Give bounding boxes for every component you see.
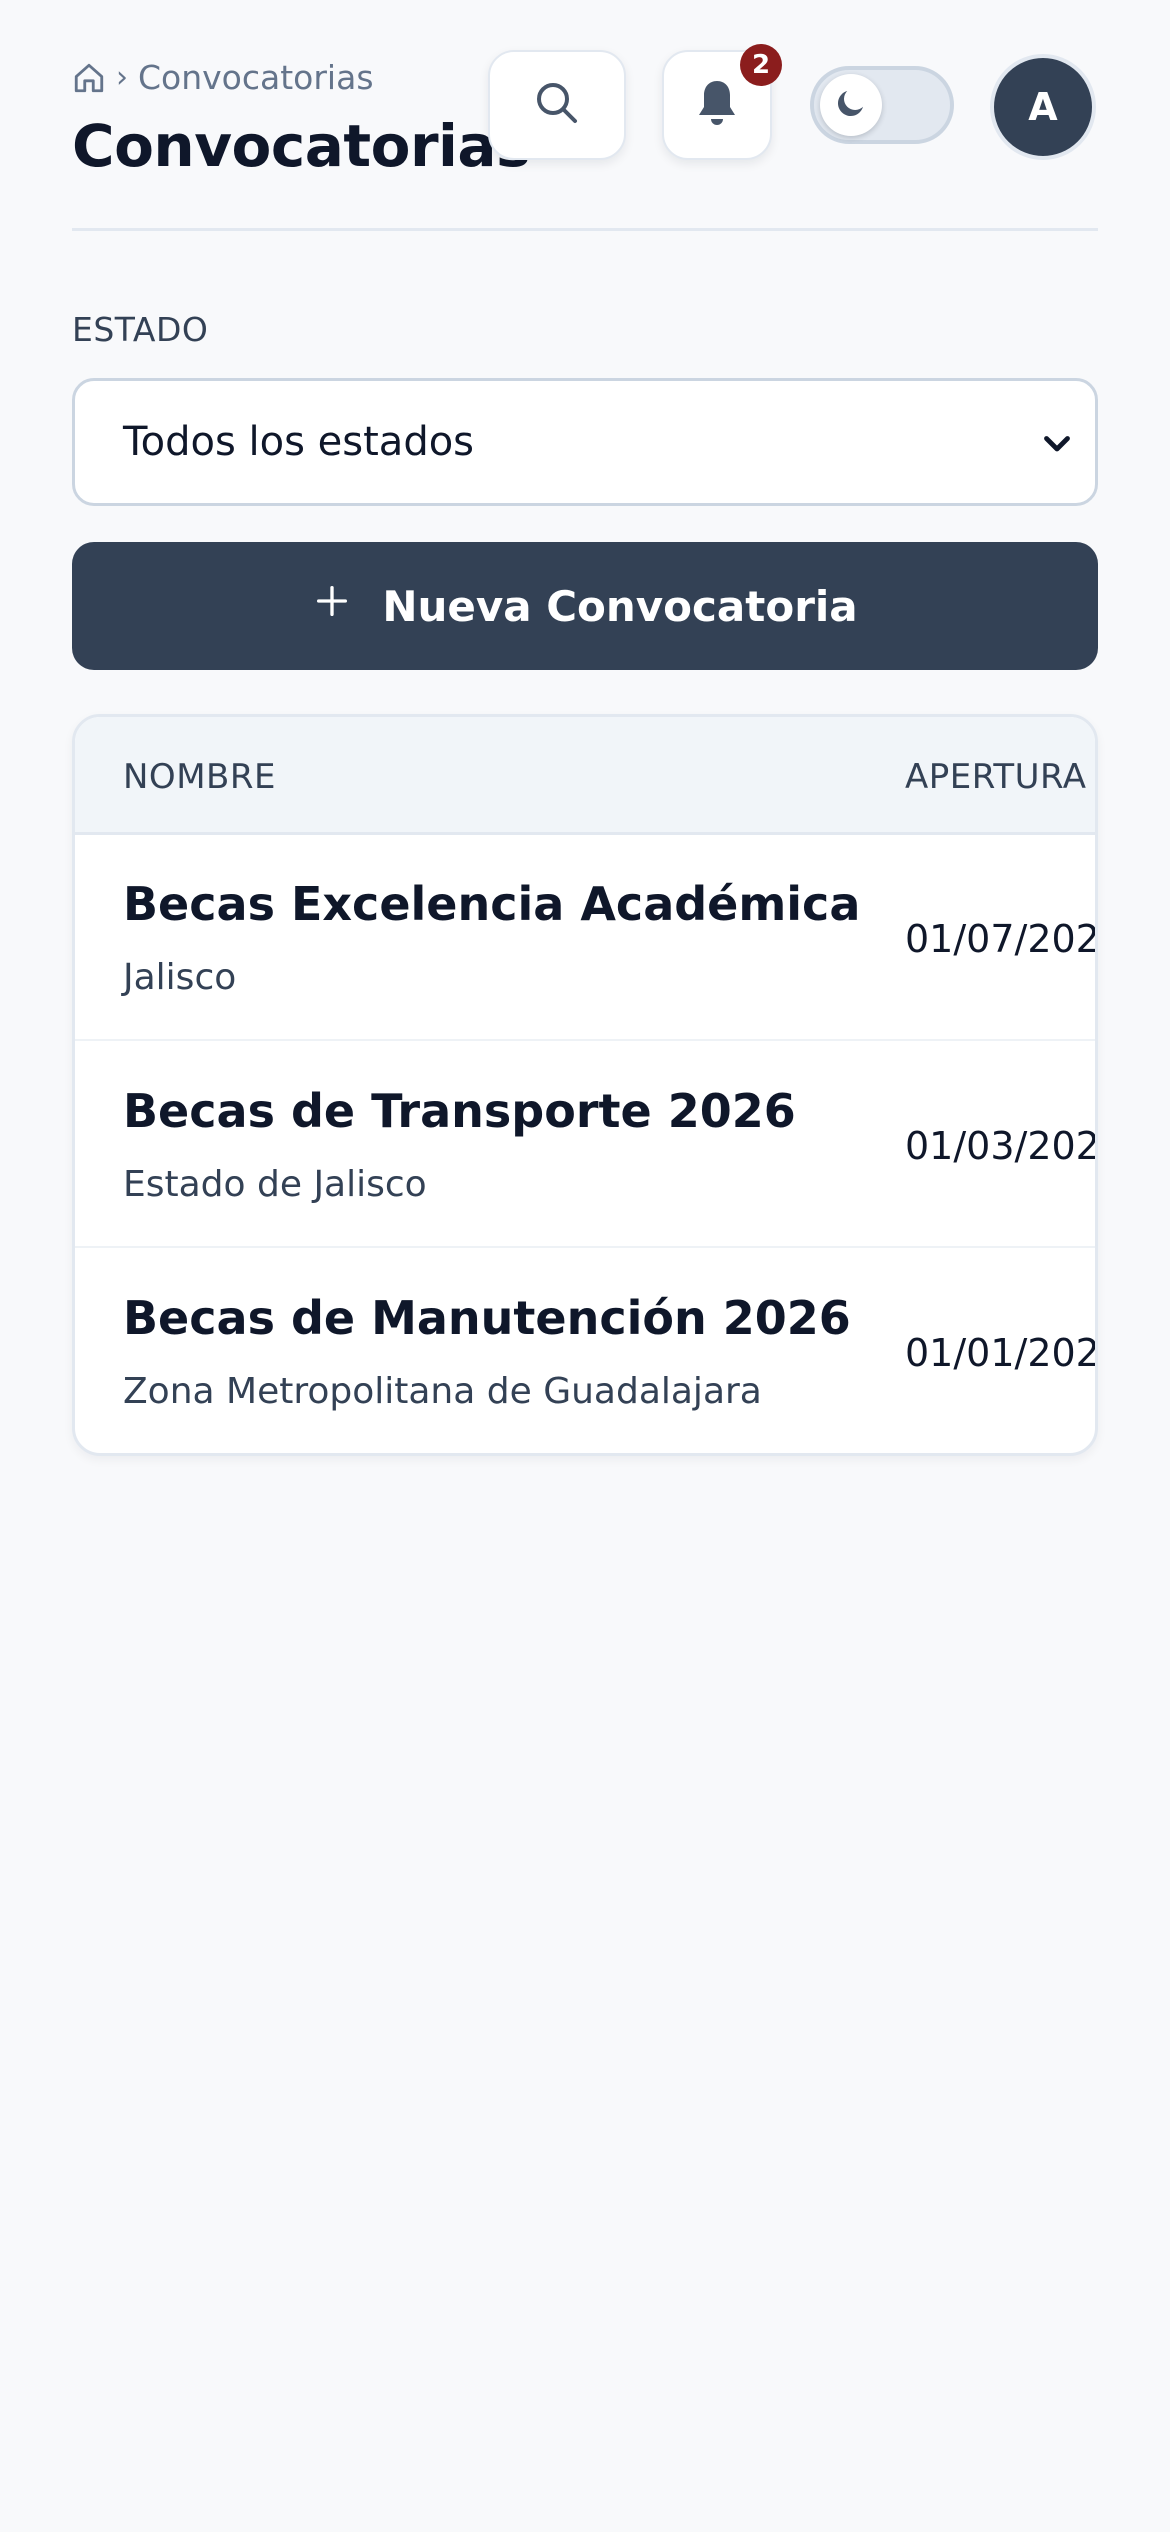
table-header: NOMBRE APERTURA: [75, 717, 1095, 835]
row-name: Becas de Manutención 2026: [123, 1291, 851, 1345]
table-row[interactable]: Becas de Manutención 2026 Zona Metropoli…: [75, 1249, 1098, 1453]
notification-badge: 2: [740, 44, 782, 86]
column-header-apertura[interactable]: APERTURA: [905, 757, 1087, 797]
notifications-button[interactable]: 2: [662, 44, 782, 160]
bell-icon: [693, 77, 741, 133]
new-convocatoria-button[interactable]: Nueva Convocatoria: [72, 542, 1098, 670]
search-icon: [533, 79, 581, 131]
theme-toggle[interactable]: [810, 66, 954, 144]
row-name: Becas de Transporte 2026: [123, 1084, 796, 1138]
breadcrumb-current: Convocatorias: [138, 58, 374, 97]
estado-label: ESTADO: [72, 310, 209, 349]
moon-icon: [833, 85, 869, 125]
chevron-down-icon: [1039, 425, 1075, 471]
breadcrumb: › Convocatorias: [72, 58, 374, 97]
estado-select-value: Todos los estados: [123, 419, 475, 465]
row-opening-date: 01/01/2026: [905, 1331, 1098, 1375]
row-region: Zona Metropolitana de Guadalajara: [123, 1371, 762, 1412]
search-button[interactable]: [488, 50, 626, 160]
new-convocatoria-label: Nueva Convocatoria: [382, 581, 858, 631]
row-region: Jalisco: [123, 957, 237, 998]
page: › Convocatorias Convocatorias 2 A ESTADO…: [0, 0, 1170, 2532]
estado-select[interactable]: Todos los estados: [72, 378, 1098, 506]
row-name: Becas Excelencia Académica: [123, 877, 861, 931]
column-header-nombre[interactable]: NOMBRE: [123, 757, 276, 797]
toggle-knob: [820, 74, 882, 136]
home-icon[interactable]: [72, 61, 106, 95]
avatar[interactable]: A: [990, 54, 1096, 160]
row-region: Estado de Jalisco: [123, 1164, 427, 1205]
table-row[interactable]: Becas Excelencia Académica Jalisco 01/07…: [75, 835, 1095, 1041]
convocatorias-table: NOMBRE APERTURA Becas Excelencia Académi…: [72, 714, 1098, 1456]
table-row[interactable]: Becas de Transporte 2026 Estado de Jalis…: [75, 1042, 1095, 1248]
page-title: Convocatorias: [72, 112, 531, 180]
breadcrumb-separator: ›: [116, 60, 128, 95]
row-opening-date: 01/03/2026: [905, 1124, 1098, 1168]
header-divider: [72, 228, 1098, 231]
plus-icon: [312, 581, 352, 631]
row-opening-date: 01/07/2026: [905, 917, 1098, 961]
